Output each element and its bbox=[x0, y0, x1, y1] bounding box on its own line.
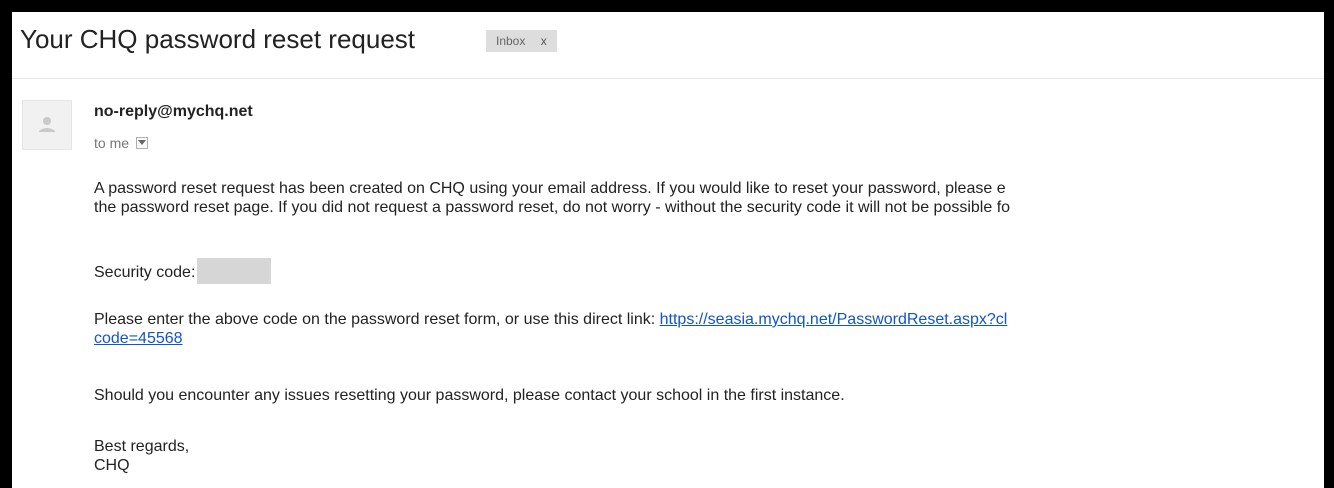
sender-avatar[interactable] bbox=[22, 100, 72, 150]
email-signature: Best regards, CHQ bbox=[94, 437, 189, 475]
link-paragraph-line-2: code=45568 bbox=[94, 329, 1007, 348]
security-code-label: Security code: bbox=[94, 264, 196, 281]
body-paragraph-support: Should you encounter any issues resettin… bbox=[94, 387, 845, 404]
body-paragraph-intro: A password reset request has been create… bbox=[94, 179, 1010, 217]
signature-name: CHQ bbox=[94, 457, 130, 474]
subject-bar: Your CHQ password reset request Inbox x bbox=[12, 12, 1324, 79]
inbox-label-text: Inbox bbox=[496, 34, 526, 48]
remove-label-button[interactable]: x bbox=[541, 34, 547, 48]
show-details-button[interactable] bbox=[135, 137, 148, 149]
intro-line-2: the password reset page. If you did not … bbox=[94, 199, 1011, 216]
chevron-down-icon bbox=[137, 140, 146, 145]
sign-off: Best regards, bbox=[94, 438, 190, 455]
recipient-text: to me bbox=[94, 135, 130, 151]
sender-address[interactable]: no-reply@mychq.net bbox=[94, 103, 253, 121]
link-paragraph-line-1: Please enter the above code on the passw… bbox=[94, 310, 1007, 329]
intro-line-1: A password reset request has been create… bbox=[94, 180, 1006, 197]
inbox-label-chip[interactable]: Inbox x bbox=[486, 30, 557, 52]
password-reset-link[interactable]: https://seasia.mychq.net/PasswordReset.a… bbox=[660, 311, 1008, 328]
person-icon bbox=[39, 117, 55, 132]
password-reset-link-continued[interactable]: code=45568 bbox=[94, 330, 183, 347]
email-subject: Your CHQ password reset request bbox=[20, 24, 416, 54]
redacted-security-code bbox=[197, 258, 272, 284]
recipient-line: to me bbox=[94, 135, 148, 151]
link-paragraph-text: Please enter the above code on the passw… bbox=[94, 311, 660, 328]
body-paragraph-link: Please enter the above code on the passw… bbox=[94, 310, 1007, 348]
security-code-line: Security code: bbox=[94, 258, 272, 284]
email-view: Your CHQ password reset request Inbox x … bbox=[12, 12, 1324, 488]
